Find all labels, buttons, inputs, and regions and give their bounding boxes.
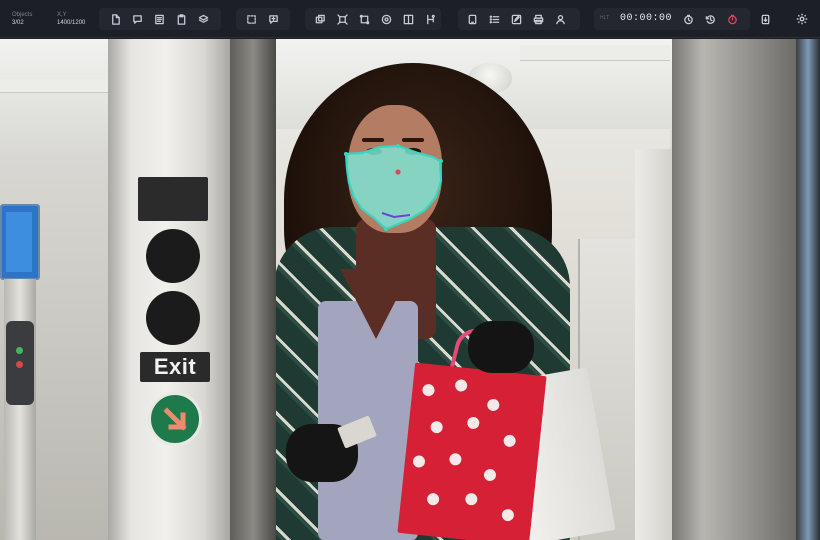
settings-button[interactable] [794,11,810,27]
timer-display: 00:00:00 [620,13,673,24]
document-button[interactable] [151,11,167,27]
layers-icon [198,14,208,23]
export-button[interactable] [757,11,773,27]
checklist-button[interactable] [486,11,502,27]
clock-icon [683,14,693,24]
selection-tools-group [236,8,290,30]
merge-icon [426,14,435,24]
user-icon [555,14,565,24]
shape-tools-group [305,8,441,30]
select-box-icon [246,14,256,24]
select-box-button[interactable] [243,11,259,27]
checklist-icon [489,15,499,23]
mask-vertex[interactable] [344,152,348,156]
objects-counter: Objects 3/02 [12,11,32,27]
objects-value: 3/02 [12,20,24,26]
print-button[interactable] [530,11,546,27]
crop-button[interactable] [356,11,372,27]
comment-add-button[interactable] [265,11,281,27]
split-button[interactable] [400,11,416,27]
coordinates-readout: X,Y 1400/1200 [57,11,85,27]
target-button[interactable] [378,11,394,27]
gear-icon [796,13,808,25]
edit-box-icon [511,14,521,24]
new-file-button[interactable] [107,11,123,27]
clipboard-button[interactable] [173,11,189,27]
mask-vertex[interactable] [384,227,388,231]
mask-vertex[interactable] [439,159,443,163]
print-icon [533,14,543,24]
document-icon [154,14,164,24]
edit-box-button[interactable] [508,11,524,27]
annotation-overlay [344,144,443,231]
export-group [752,8,780,30]
clipboard-icon [177,13,185,25]
timer-label: HLT [600,15,610,21]
stop-icon [727,14,737,24]
comment-add-icon [268,14,278,24]
export-icon [761,14,769,24]
history-icon [705,14,715,24]
merge-button[interactable] [422,11,438,27]
copy-button[interactable] [312,11,328,27]
image-canvas[interactable]: Exit [0,39,820,540]
xy-value: 1400/1200 [57,20,86,26]
comment-button[interactable] [129,11,145,27]
objects-label: Objects [12,12,33,18]
user-button[interactable] [552,11,568,27]
mask-vertex[interactable] [396,144,400,148]
tablet-icon [468,14,476,24]
xy-label: X,Y [57,12,67,18]
timer-group: HLT 00:00:00 [594,8,750,30]
file-tools-group [99,8,221,30]
split-icon [403,14,413,24]
review-tools-group [458,8,580,30]
layers-button[interactable] [195,11,211,27]
crop-icon [359,14,369,24]
copy-icon [315,14,325,23]
tablet-button[interactable] [464,11,480,27]
target-icon [381,14,391,24]
clock-button[interactable] [680,11,696,27]
stop-button[interactable] [724,11,740,27]
top-toolbar: Objects 3/02 X,Y 1400/1200 HLT 00:00:00 [0,0,820,38]
resize-icon [336,13,348,25]
comment-icon [132,14,142,24]
history-button[interactable] [702,11,718,27]
new-file-icon [111,13,120,25]
resize-button[interactable] [334,11,350,27]
annotation-app: Objects 3/02 X,Y 1400/1200 HLT 00:00:00 … [0,0,820,540]
mask-keypoint[interactable] [395,169,401,175]
